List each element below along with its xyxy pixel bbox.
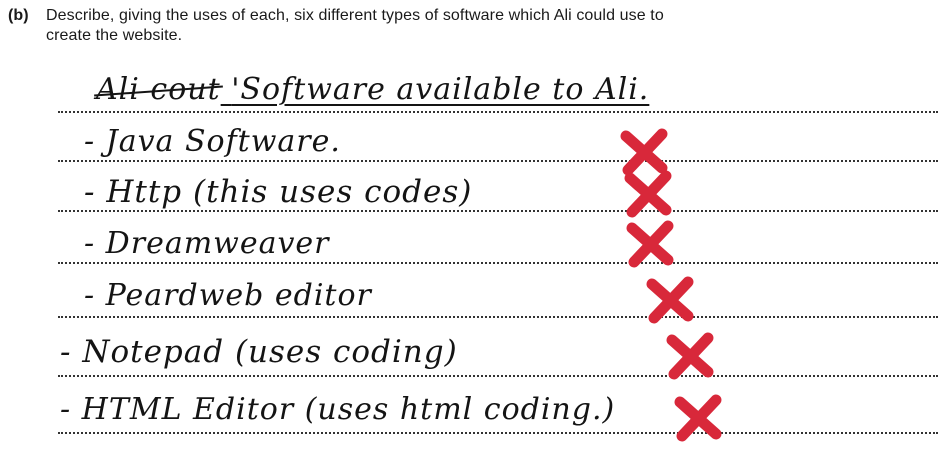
- answer-item: - Java Software.: [84, 124, 341, 159]
- answer-heading-text: 'Software available to Ali.: [231, 72, 650, 107]
- cross-mark-icon: [624, 170, 672, 218]
- answer-item: - Http (this uses codes): [84, 174, 473, 210]
- question-line-2: create the website.: [46, 27, 183, 44]
- answer-heading: Ali cout 'Software available to Ali.: [96, 72, 649, 107]
- answer-line: [58, 210, 938, 212]
- answer-line: [58, 262, 938, 264]
- answer-line: [58, 160, 938, 162]
- cross-mark-icon: [626, 220, 674, 268]
- cross-mark-icon: [674, 394, 722, 442]
- question-number: (b): [8, 7, 29, 24]
- answer-item: - Dreamweaver: [84, 226, 330, 261]
- answer-line: [58, 316, 938, 318]
- cross-mark-icon: [620, 128, 668, 176]
- question-text: (b) Describe, giving the uses of each, si…: [8, 6, 933, 46]
- answer-line: [58, 432, 938, 434]
- cross-mark-icon: [646, 276, 694, 324]
- cross-mark-icon: [666, 332, 714, 380]
- answer-item: - HTML Editor (uses html coding.): [60, 392, 616, 427]
- answer-line: [58, 375, 938, 377]
- struck-out-text: Ali cout: [96, 72, 221, 107]
- answer-item: - Peardweb editor: [84, 278, 372, 313]
- question-line-1: Describe, giving the uses of each, six d…: [46, 7, 664, 24]
- answer-line: [58, 111, 938, 113]
- answer-item: - Notepad (uses coding): [60, 334, 458, 370]
